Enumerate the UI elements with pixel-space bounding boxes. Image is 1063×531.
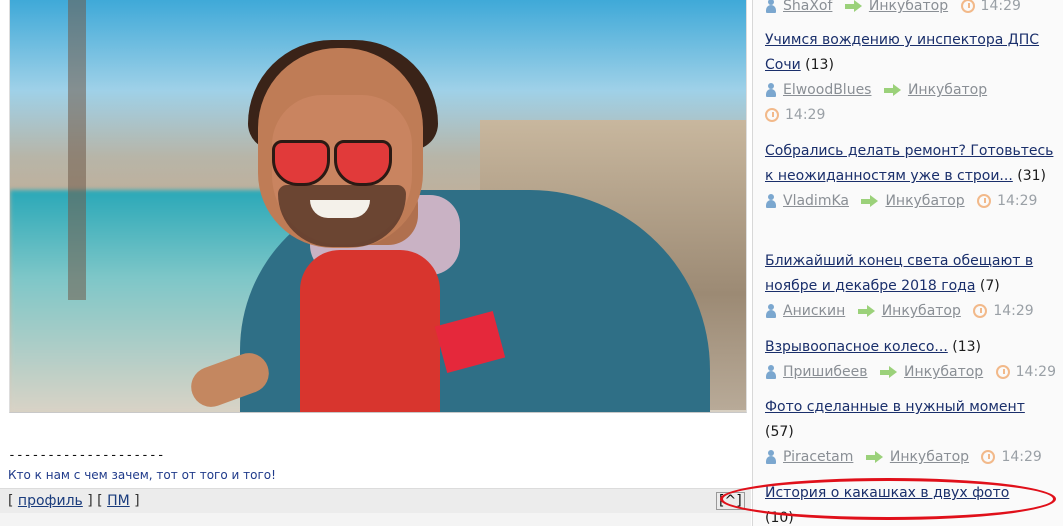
user-icon (765, 83, 777, 97)
topic-title-link[interactable]: Фото сделанные в нужный момент (765, 399, 1025, 415)
topic-author-link[interactable]: Анискин (783, 303, 845, 319)
list-item: Собрались делать ремонт? Готовьтесь к не… (765, 139, 1061, 214)
topic-author-link[interactable]: ShaXof (783, 0, 832, 14)
topic-forum-link[interactable]: Инкубатор (890, 449, 969, 465)
topic-reply-count: (7) (979, 278, 1000, 294)
topic-forum-link[interactable]: Инкубатор (885, 193, 964, 209)
clock-icon (973, 304, 988, 318)
list-item: ShaXof Инкубатор 14:29 (765, 0, 1021, 19)
topic-author-link[interactable]: ElwoodBlues (783, 82, 871, 98)
topic-time: 14:29 (1015, 364, 1056, 380)
highlight-ellipse (720, 478, 1056, 520)
clock-icon (765, 108, 779, 122)
user-icon (765, 365, 777, 379)
list-item: Взрывоопасное колесо... (13) Пришибеев И… (765, 335, 1061, 385)
user-icon (765, 194, 777, 208)
pm-link[interactable]: ПМ (107, 493, 130, 509)
arrow-right-icon (844, 0, 863, 12)
topic-time: 14:29 (1001, 449, 1042, 465)
topic-author-link[interactable]: Пришибеев (783, 364, 868, 380)
forum-post: -------------------- Кто к нам с чем зач… (0, 0, 753, 526)
topic-time: 14:29 (980, 0, 1021, 14)
topic-forum-link[interactable]: Инкубатор (908, 82, 987, 98)
latest-topics-sidebar: ShaXof Инкубатор 14:29 Учимся вождению у… (753, 0, 1063, 526)
topic-time: 14:29 (997, 193, 1038, 209)
signature-separator: -------------------- (8, 448, 165, 463)
topic-forum-link[interactable]: Инкубатор (869, 0, 948, 14)
topic-time: 14:29 (785, 107, 826, 123)
post-signature: Кто к нам с чем зачем, тот от того и тог… (8, 468, 276, 482)
arrow-right-icon (880, 366, 898, 378)
list-item: Учимся вождению у инспектора ДПС Сочи (1… (765, 28, 1061, 128)
topic-reply-count: (31) (1017, 168, 1046, 184)
topic-time: 14:29 (993, 303, 1034, 319)
list-item: Фото сделанные в нужный момент (57) Pira… (765, 395, 1061, 470)
post-photo (9, 0, 747, 413)
topic-reply-count: (13) (805, 57, 834, 73)
post-actions-bar: [ профиль ] [ ПМ ] [^] (0, 488, 751, 513)
topic-forum-link[interactable]: Инкубатор (904, 364, 983, 380)
clock-icon (977, 194, 992, 208)
arrow-right-icon (861, 195, 879, 207)
post-body: -------------------- Кто к нам с чем зач… (0, 0, 753, 526)
profile-link[interactable]: профиль (18, 493, 83, 509)
clock-icon (995, 365, 1010, 379)
clock-icon (960, 0, 975, 13)
topic-title-link[interactable]: Собрались делать ремонт? Готовьтесь к не… (765, 143, 1053, 184)
arrow-right-icon (857, 305, 876, 317)
topic-author-link[interactable]: VladimKa (783, 193, 849, 209)
arrow-right-icon (865, 451, 884, 463)
topic-reply-count: (13) (952, 339, 981, 355)
clock-icon (981, 450, 996, 464)
arrow-right-icon (883, 84, 902, 96)
user-icon (765, 0, 777, 13)
topic-title-link[interactable]: Взрывоопасное колесо... (765, 339, 948, 355)
user-icon (765, 304, 777, 318)
topic-forum-link[interactable]: Инкубатор (882, 303, 961, 319)
topic-reply-count: (57) (765, 424, 794, 440)
post-footer (0, 513, 751, 526)
topic-author-link[interactable]: Piracetam (783, 449, 853, 465)
user-icon (765, 450, 777, 464)
list-item: Ближайший конец света обещают в ноябре и… (765, 249, 1061, 324)
